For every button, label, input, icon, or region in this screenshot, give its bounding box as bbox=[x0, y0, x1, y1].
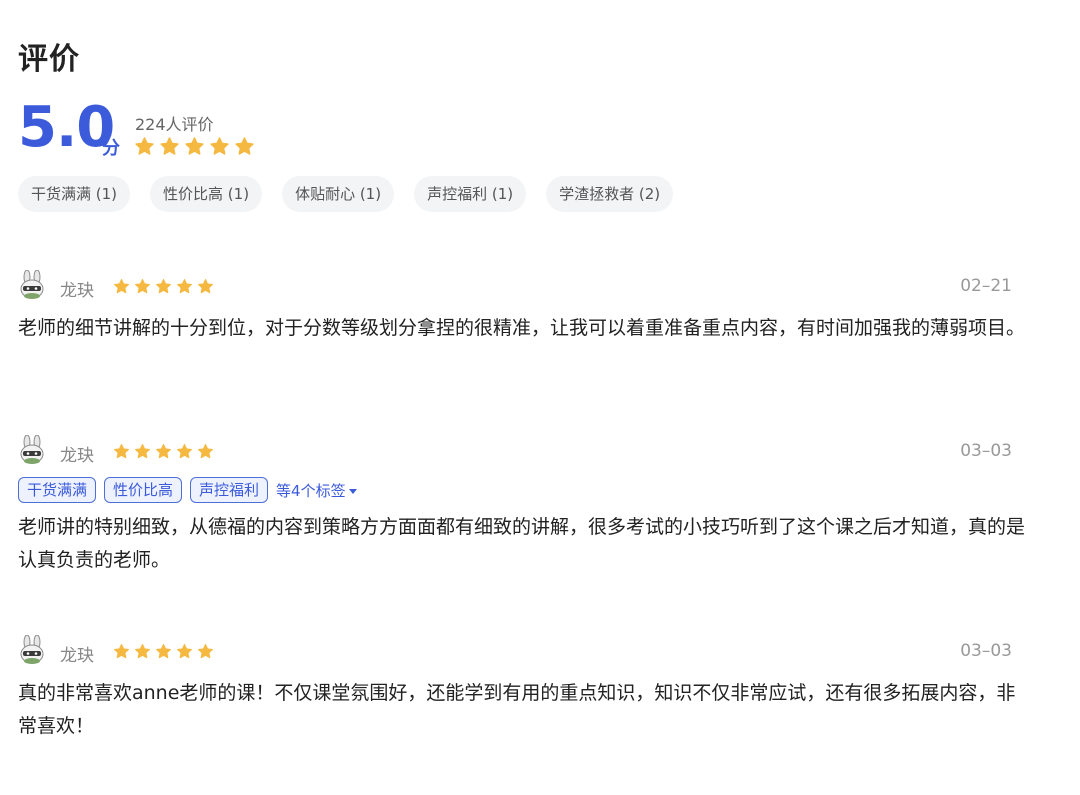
more-tags-label: 等4个标签 bbox=[276, 481, 346, 500]
review-tag[interactable]: 干货满满 bbox=[18, 477, 97, 503]
star-icon bbox=[198, 443, 213, 459]
reviewer-name[interactable]: 龙玦 bbox=[60, 641, 94, 666]
score-unit: 分 bbox=[102, 138, 120, 159]
summary-tag[interactable]: 学渣拯救者 (2) bbox=[546, 176, 674, 212]
star-icon bbox=[177, 278, 192, 294]
summary-tag[interactable]: 干货满满 (1) bbox=[18, 176, 131, 212]
star-icon bbox=[114, 278, 129, 294]
reviewer-name[interactable]: 龙玦 bbox=[60, 441, 94, 466]
star-icon bbox=[135, 443, 150, 459]
star-icon bbox=[114, 643, 129, 659]
star-icon bbox=[156, 643, 171, 659]
star-icon bbox=[156, 278, 171, 294]
star-icon bbox=[156, 443, 171, 459]
star-icon bbox=[160, 137, 179, 155]
summary-tag-list: 干货满满 (1) 性价比高 (1) 体贴耐心 (1) 声控福利 (1) 学渣拯救… bbox=[18, 176, 674, 212]
rabbit-avatar-icon[interactable] bbox=[18, 434, 46, 465]
summary-tag[interactable]: 性价比高 (1) bbox=[150, 176, 263, 212]
rabbit-avatar-icon[interactable] bbox=[18, 269, 46, 300]
star-icon bbox=[198, 643, 213, 659]
review-date: 02–21 bbox=[960, 276, 1012, 296]
review-star-rating bbox=[113, 278, 214, 295]
header-star-rating bbox=[134, 136, 255, 157]
summary-tag[interactable]: 体贴耐心 (1) bbox=[282, 176, 395, 212]
review-date: 03–03 bbox=[960, 441, 1012, 461]
star-icon bbox=[135, 643, 150, 659]
page-title: 评价 bbox=[18, 42, 80, 77]
review-star-rating bbox=[113, 443, 214, 460]
reviewer-name[interactable]: 龙玦 bbox=[60, 276, 94, 301]
review-star-rating bbox=[113, 643, 214, 660]
review-tag[interactable]: 性价比高 bbox=[104, 477, 183, 503]
review-text: 老师的细节讲解的十分到位，对于分数等级划分拿捏的很精准，让我可以着重准备重点内容… bbox=[18, 317, 1026, 339]
review-date: 03–03 bbox=[960, 641, 1012, 661]
star-icon bbox=[198, 278, 213, 294]
star-icon bbox=[185, 137, 204, 155]
summary-tag[interactable]: 声控福利 (1) bbox=[414, 176, 527, 212]
star-icon bbox=[235, 137, 254, 155]
caret-down-icon bbox=[348, 488, 357, 494]
average-score: 5.0 bbox=[18, 95, 115, 160]
star-icon bbox=[135, 278, 150, 294]
rabbit-avatar-icon[interactable] bbox=[18, 634, 46, 665]
star-icon bbox=[114, 443, 129, 459]
star-icon bbox=[135, 137, 154, 155]
star-icon bbox=[177, 443, 192, 459]
rating-count: 224人评价 bbox=[135, 115, 214, 134]
review-text: 老师讲的特别细致，从德福的内容到策略方方面面都有细致的讲解，很多考试的小技巧听到… bbox=[18, 516, 1026, 571]
review-tag-list: 干货满满 性价比高 声控福利 等4个标签 bbox=[18, 477, 357, 503]
star-icon bbox=[177, 643, 192, 659]
review-text: 真的非常喜欢anne老师的课！不仅课堂氛围好，还能学到有用的重点知识，知识不仅非… bbox=[18, 682, 1016, 737]
star-icon bbox=[210, 137, 229, 155]
more-tags-toggle[interactable]: 等4个标签 bbox=[276, 480, 357, 501]
review-tag[interactable]: 声控福利 bbox=[190, 477, 269, 503]
